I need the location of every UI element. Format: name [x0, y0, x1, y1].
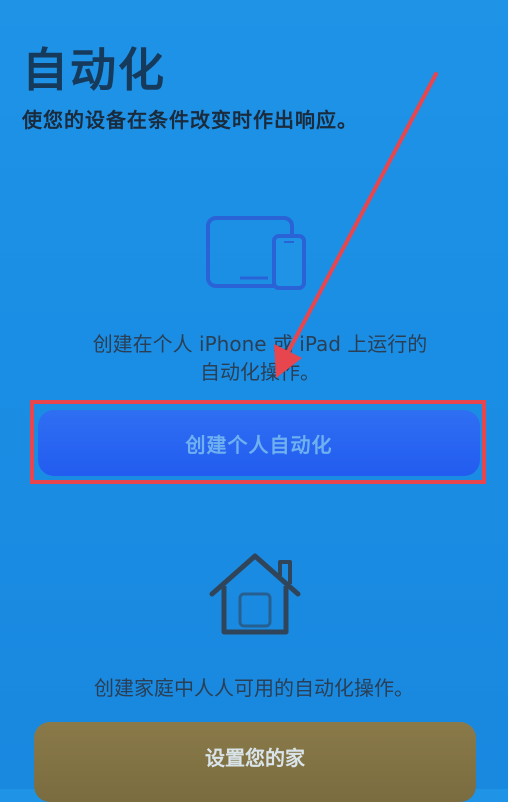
page-title: 自动化	[22, 43, 166, 97]
home-automation-description: 创建家庭中人人可用的自动化操作。	[94, 676, 414, 700]
set-up-home-button[interactable]: 设置您的家	[34, 722, 476, 802]
home-icon	[209, 553, 301, 635]
iphone-ipad-icon	[206, 216, 306, 290]
annotation-highlight-box	[30, 400, 486, 484]
personal-automation-description: 创建在个人 iPhone 或 iPad 上运行的 自动化操作。	[40, 330, 480, 386]
personal-description-line-1: 创建在个人 iPhone 或 iPad 上运行的	[92, 332, 428, 356]
page-subtitle: 使您的设备在条件改变时作出响应。	[22, 108, 358, 132]
personal-description-line-2: 自动化操作。	[200, 360, 320, 384]
